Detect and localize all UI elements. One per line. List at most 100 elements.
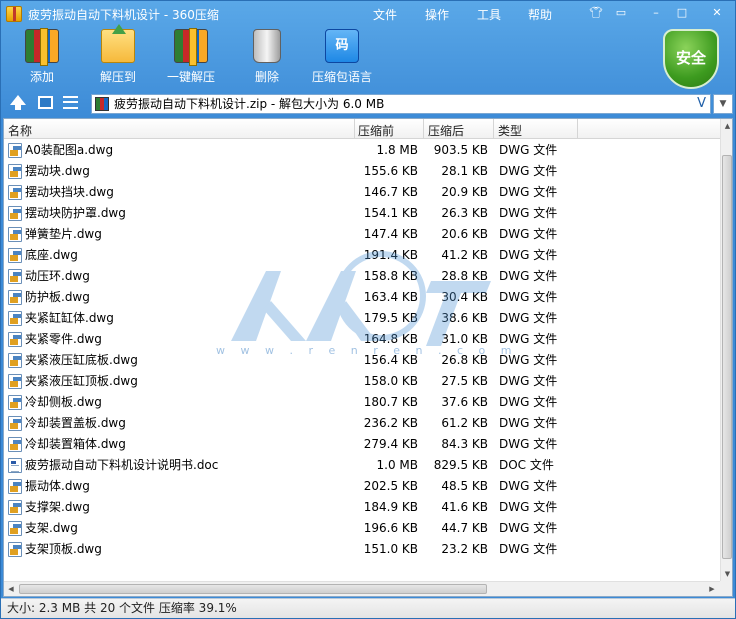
file-size: 191.4 KB xyxy=(363,248,418,262)
table-row[interactable]: 摆动块防护罩.dwg 154.1 KB 26.3 KB DWG 文件 xyxy=(4,203,720,224)
table-row[interactable]: 弹簧垫片.dwg 147.4 KB 20.6 KB DWG 文件 xyxy=(4,224,720,245)
table-row[interactable]: 支撑架.dwg 184.9 KB 41.6 KB DWG 文件 xyxy=(4,497,720,518)
table-row[interactable]: 底座.dwg 191.4 KB 41.2 KB DWG 文件 xyxy=(4,245,720,266)
column-header-name[interactable]: 名称 xyxy=(8,122,32,139)
dwg-file-icon xyxy=(8,395,22,410)
column-header-size[interactable]: 压缩前 xyxy=(358,122,394,139)
file-name: 冷却装置箱体.dwg xyxy=(25,437,126,451)
column-divider[interactable] xyxy=(493,119,494,139)
table-row[interactable]: 摆动块挡块.dwg 146.7 KB 20.9 KB DWG 文件 xyxy=(4,182,720,203)
security-shield-icon[interactable]: 安全 xyxy=(663,29,719,89)
scroll-up-icon[interactable]: ▲ xyxy=(721,119,732,133)
file-size: 163.4 KB xyxy=(363,290,418,304)
dwg-file-icon xyxy=(8,164,22,179)
column-header-type[interactable]: 类型 xyxy=(498,122,522,139)
file-name: 夹紧缸缸体.dwg xyxy=(25,311,114,325)
table-row[interactable]: 动压环.dwg 158.8 KB 28.8 KB DWG 文件 xyxy=(4,266,720,287)
vertical-scrollbar[interactable]: ▲ ▼ xyxy=(720,119,732,581)
extract-to-button[interactable]: 解压到 xyxy=(97,24,139,85)
archive-extract-icon xyxy=(174,28,208,66)
horizontal-scrollbar[interactable]: ◀ ▶ xyxy=(4,581,720,596)
table-row[interactable]: 支架.dwg 196.6 KB 44.7 KB DWG 文件 xyxy=(4,518,720,539)
add-button[interactable]: 添加 xyxy=(23,28,61,85)
column-divider[interactable] xyxy=(423,119,424,139)
address-field[interactable]: 疲劳振动自动下料机设计.zip - 解包大小为 6.0 MB V xyxy=(91,94,711,114)
close-icon[interactable]: ✕ xyxy=(707,5,727,21)
delete-button[interactable]: 删除 xyxy=(249,29,285,85)
file-packed-size: 48.5 KB xyxy=(441,479,488,493)
dwg-file-icon xyxy=(8,185,22,200)
comment-button[interactable]: 码 压缩包语言 xyxy=(311,29,373,85)
file-packed-size: 37.6 KB xyxy=(441,395,488,409)
scroll-down-icon[interactable]: ▼ xyxy=(721,567,732,581)
up-arrow-icon[interactable] xyxy=(10,95,26,110)
menu-help[interactable]: 帮助 xyxy=(528,6,552,23)
menu-file[interactable]: 文件 xyxy=(373,6,397,23)
table-row[interactable]: 摆动块.dwg 155.6 KB 28.1 KB DWG 文件 xyxy=(4,161,720,182)
file-packed-size: 41.6 KB xyxy=(441,500,488,514)
file-name: 冷却侧板.dwg xyxy=(25,395,102,409)
vertical-scroll-thumb[interactable] xyxy=(722,155,732,559)
file-size: 196.6 KB xyxy=(363,521,418,535)
maximize-icon[interactable]: □ xyxy=(672,5,692,21)
table-row[interactable]: 夹紧缸缸体.dwg 179.5 KB 38.6 KB DWG 文件 xyxy=(4,308,720,329)
file-name: A0装配图a.dwg xyxy=(25,143,114,157)
file-type: DWG 文件 xyxy=(499,143,558,157)
app-window: 疲劳振动自动下料机设计 - 360压缩 文件 操作 工具 帮助 👕︎ ▭ – □… xyxy=(0,0,736,619)
dwg-file-icon xyxy=(8,332,22,347)
chat-icon[interactable]: ▭ xyxy=(611,5,631,21)
file-size: 180.7 KB xyxy=(363,395,418,409)
file-packed-size: 28.8 KB xyxy=(441,269,488,283)
view-mode-icon[interactable] xyxy=(38,96,53,109)
file-name: 夹紧零件.dwg xyxy=(25,332,102,346)
column-divider[interactable] xyxy=(354,119,355,139)
table-row[interactable]: 夹紧液压缸底板.dwg 156.4 KB 26.8 KB DWG 文件 xyxy=(4,350,720,371)
list-view-icon[interactable] xyxy=(63,96,78,109)
dwg-file-icon xyxy=(8,416,22,431)
table-row[interactable]: 冷却侧板.dwg 180.7 KB 37.6 KB DWG 文件 xyxy=(4,392,720,413)
horizontal-scroll-thumb[interactable] xyxy=(19,584,487,594)
table-row[interactable]: 夹紧液压缸顶板.dwg 158.0 KB 27.5 KB DWG 文件 xyxy=(4,371,720,392)
file-type: DWG 文件 xyxy=(499,479,558,493)
file-packed-size: 20.6 KB xyxy=(441,227,488,241)
table-row[interactable]: 疲劳振动自动下料机设计说明书.doc 1.0 MB 829.5 KB DOC 文件 xyxy=(4,455,720,476)
dwg-file-icon xyxy=(8,542,22,557)
one-click-extract-button[interactable]: 一键解压 xyxy=(165,28,217,85)
archive-app-icon xyxy=(6,6,22,22)
file-packed-size: 27.5 KB xyxy=(441,374,488,388)
file-name: 支架顶板.dwg xyxy=(25,542,102,556)
scroll-left-icon[interactable]: ◀ xyxy=(4,582,18,596)
column-header-packed[interactable]: 压缩后 xyxy=(428,122,464,139)
shirt-icon[interactable]: 👕︎ xyxy=(586,5,606,21)
table-row[interactable]: 冷却装置箱体.dwg 279.4 KB 84.3 KB DWG 文件 xyxy=(4,434,720,455)
scroll-right-icon[interactable]: ▶ xyxy=(705,582,719,596)
menu-operation[interactable]: 操作 xyxy=(425,6,449,23)
table-row[interactable]: 振动体.dwg 202.5 KB 48.5 KB DWG 文件 xyxy=(4,476,720,497)
address-bar: 疲劳振动自动下料机设计.zip - 解包大小为 6.0 MB V ▼ xyxy=(1,93,735,115)
address-history-icon[interactable]: V xyxy=(697,95,706,113)
file-packed-size: 26.8 KB xyxy=(441,353,488,367)
dwg-file-icon xyxy=(8,269,22,284)
file-name: 底座.dwg xyxy=(25,248,78,262)
dwg-file-icon xyxy=(8,290,22,305)
table-row[interactable]: 夹紧零件.dwg 164.8 KB 31.0 KB DWG 文件 xyxy=(4,329,720,350)
table-row[interactable]: 支架顶板.dwg 151.0 KB 23.2 KB DWG 文件 xyxy=(4,539,720,560)
file-name: 夹紧液压缸底板.dwg xyxy=(25,353,138,367)
archive-add-icon xyxy=(25,28,59,66)
file-type: DWG 文件 xyxy=(499,542,558,556)
file-type: DWG 文件 xyxy=(499,185,558,199)
scrollbar-corner xyxy=(720,581,732,596)
file-size: 151.0 KB xyxy=(363,542,418,556)
minimize-icon[interactable]: – xyxy=(646,5,666,21)
menu-tools[interactable]: 工具 xyxy=(477,6,501,23)
dwg-file-icon xyxy=(8,227,22,242)
file-size: 154.1 KB xyxy=(363,206,418,220)
dwg-file-icon xyxy=(8,479,22,494)
column-divider[interactable] xyxy=(577,119,578,139)
table-row[interactable]: 冷却装置盖板.dwg 236.2 KB 61.2 KB DWG 文件 xyxy=(4,413,720,434)
table-row[interactable]: 防护板.dwg 163.4 KB 30.4 KB DWG 文件 xyxy=(4,287,720,308)
add-label: 添加 xyxy=(29,70,54,84)
chevron-down-icon[interactable]: ▼ xyxy=(713,94,733,114)
table-row[interactable]: A0装配图a.dwg 1.8 MB 903.5 KB DWG 文件 xyxy=(4,140,720,161)
file-packed-size: 903.5 KB xyxy=(433,143,488,157)
